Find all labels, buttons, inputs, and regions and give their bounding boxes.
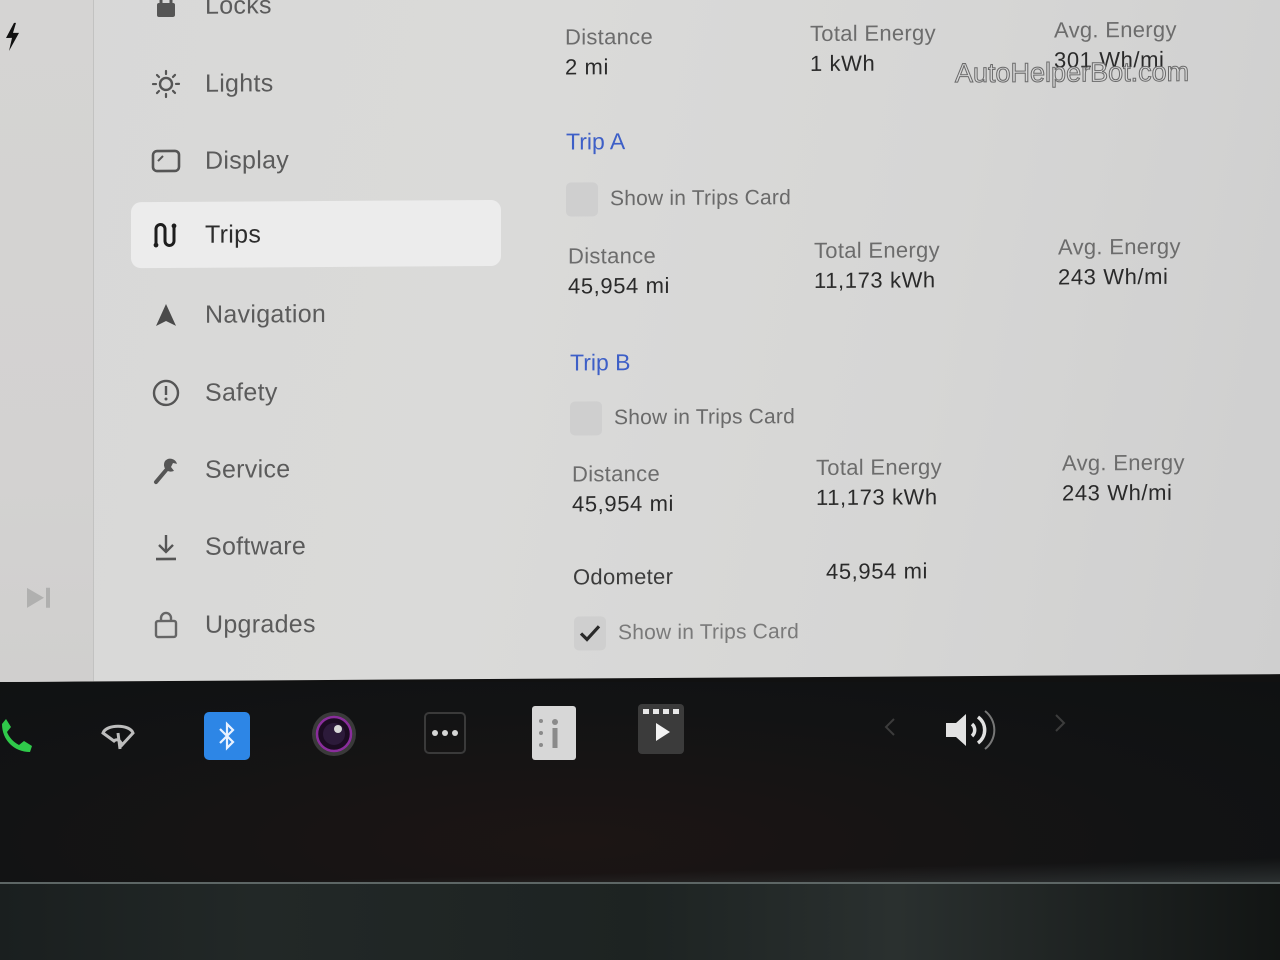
sidebar-item-lights[interactable]: Lights [131,49,501,117]
lock-icon [149,0,183,23]
watermark: AutoHelperBot.com [955,56,1190,89]
trip-a-title: Trip A [566,128,626,155]
sidebar-item-label: Display [205,145,290,175]
trip-a-show-checkbox-row[interactable]: Show in Trips Card [566,181,792,217]
sidebar-item-locks[interactable]: Locks [131,0,501,39]
trip-a-distance-value: 45,954 mi [568,272,671,299]
download-icon [149,530,183,564]
trip-a-show-checkbox[interactable] [566,182,598,217]
current-energy-label: Total Energy [810,20,936,47]
chevron-left-icon[interactable] [880,712,900,742]
odometer-value: 45,954 mi [826,558,929,584]
lightning-bolt-icon [6,22,19,51]
dashboard-bezel [0,882,1280,960]
sidebar-item-software[interactable]: Software [131,512,501,580]
odometer-show-checkbox-row[interactable]: Show in Trips Card [574,615,800,651]
current-distance-label: Distance [565,24,653,50]
sidebar-item-trips[interactable]: Trips [131,199,501,269]
odometer-label: Odometer [573,563,674,590]
bluetooth-icon[interactable] [204,712,250,760]
camera-icon[interactable] [310,710,358,758]
trip-a-avg-value: 243 Wh/mi [1058,263,1169,290]
left-status-strip [0,0,94,682]
odometer-show-checkbox[interactable] [574,616,606,651]
checkmark-icon [579,625,601,642]
odometer-show-label: Show in Trips Card [618,620,800,645]
alert-circle-icon [149,376,183,410]
trip-b-energy-label: Total Energy [816,454,942,481]
trip-b-avg-value: 243 Wh/mi [1062,479,1173,506]
sidebar-item-navigation[interactable]: Navigation [131,280,501,348]
light-bulb-icon [149,67,183,101]
sidebar-item-service[interactable]: Service [131,435,501,503]
trip-b-show-checkbox-row[interactable]: Show in Trips Card [570,400,796,436]
chevron-right-icon[interactable] [1050,708,1070,738]
trip-a-energy-label: Total Energy [814,237,940,264]
current-avg-label: Avg. Energy [1054,16,1177,43]
display-icon [149,144,183,178]
sidebar-item-label: Navigation [205,299,327,329]
sidebar-item-label: Trips [205,219,262,249]
sidebar-item-label: Upgrades [205,609,316,639]
sidebar-item-safety[interactable]: Safety [131,358,501,426]
sidebar-item-label: Lights [205,68,274,98]
trip-a-energy-value: 11,173 kWh [814,267,936,294]
sidebar-item-label: Locks [205,0,272,20]
trip-b-show-label: Show in Trips Card [614,405,796,430]
trip-b-energy-value: 11,173 kWh [816,484,938,511]
sidebar-item-label: Service [205,454,291,484]
trip-a-show-label: Show in Trips Card [610,186,792,211]
more-apps-icon[interactable] [424,712,466,754]
trips-panel: Distance 2 mi Total Energy 1 kWh Avg. En… [560,0,1280,679]
settings-screen: Locks Lights Display Trips Navigation Sa… [0,0,1280,682]
wiper-icon[interactable] [96,716,140,756]
trip-b-avg-label: Avg. Energy [1062,449,1185,476]
trip-b-distance-label: Distance [572,460,660,487]
trip-a-distance-label: Distance [568,242,656,269]
current-energy-value: 1 kWh [810,50,876,77]
trip-b-show-checkbox[interactable] [570,401,602,436]
current-distance-value: 2 mi [565,54,609,80]
sidebar-item-upgrades[interactable]: Upgrades [131,590,501,658]
taskbar [0,682,1280,882]
volume-icon[interactable] [940,706,1004,754]
trip-a-avg-label: Avg. Energy [1058,233,1181,260]
shopping-bag-icon [149,608,183,642]
skip-forward-icon[interactable] [24,584,54,612]
settings-sidebar: Locks Lights Display Trips Navigation Sa… [95,0,535,681]
sidebar-item-label: Software [205,531,307,561]
navigation-arrow-icon [149,298,183,332]
trip-b-title: Trip B [570,349,631,376]
trip-b-distance-value: 45,954 mi [572,490,675,517]
trips-route-icon [149,218,183,252]
phone-icon[interactable] [0,716,34,756]
info-manual-icon[interactable] [532,706,576,760]
sidebar-item-display[interactable]: Display [131,126,501,194]
wrench-icon [149,453,183,487]
video-player-icon[interactable] [638,704,684,754]
sidebar-item-label: Safety [205,377,278,407]
